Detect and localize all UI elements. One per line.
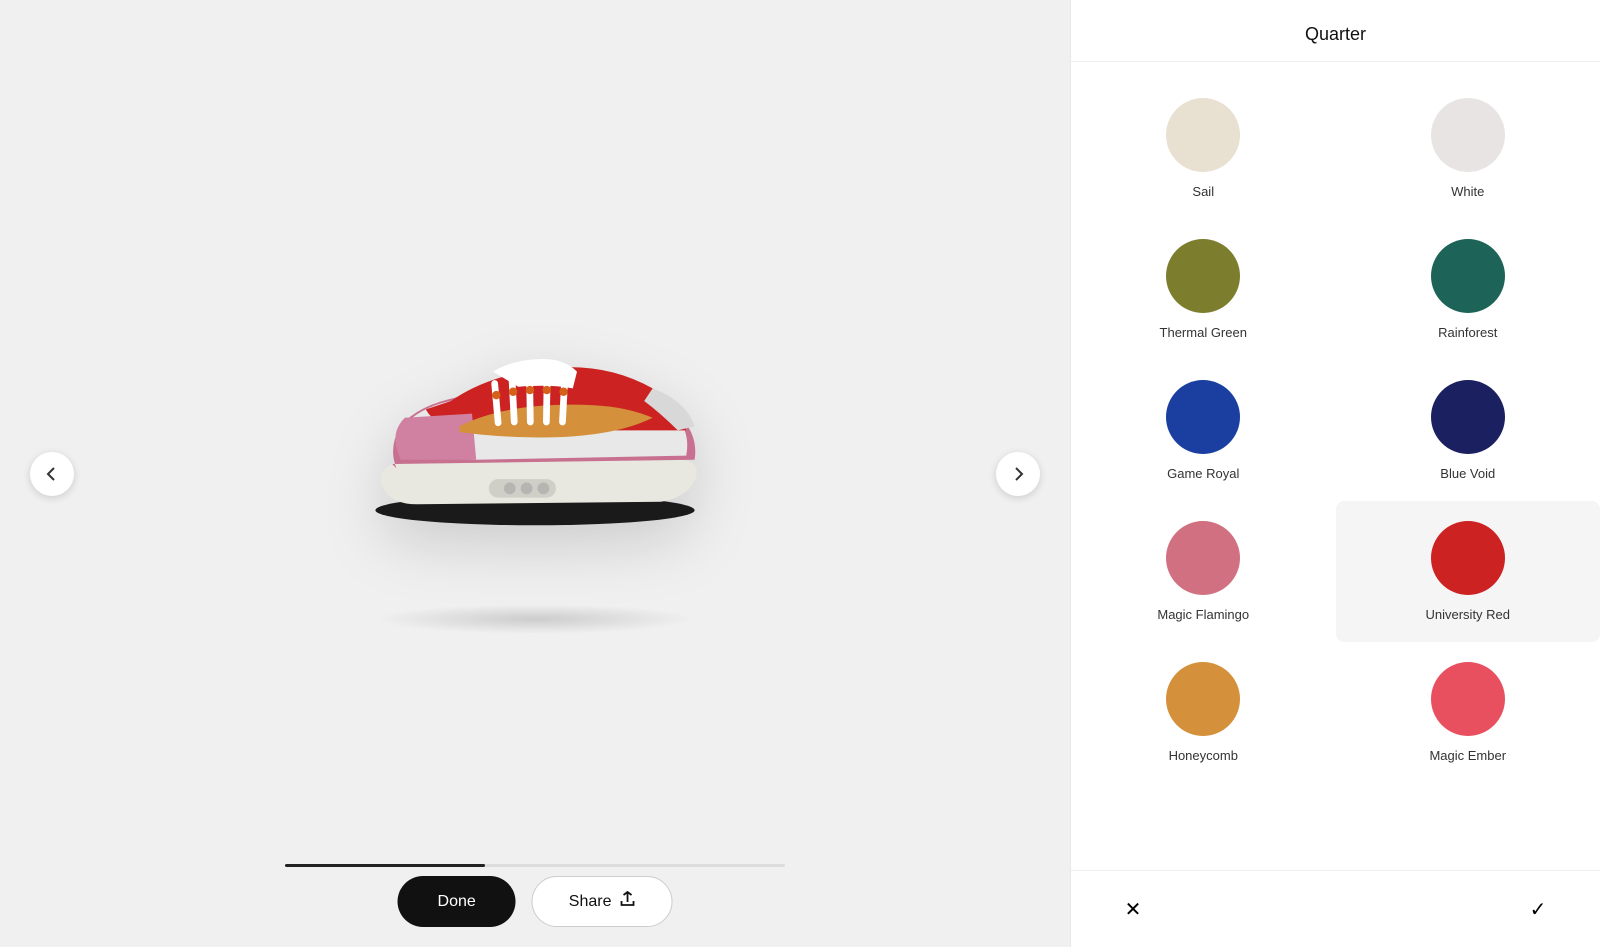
color-circle-magic-flamingo	[1166, 521, 1240, 595]
shoe-shadow	[375, 604, 695, 634]
progress-bar-fill	[285, 864, 485, 867]
color-item-honeycomb[interactable]: Honeycomb	[1071, 642, 1336, 783]
color-circle-honeycomb	[1166, 662, 1240, 736]
color-label-magic-flamingo: Magic Flamingo	[1157, 607, 1249, 622]
color-circle-rainforest	[1431, 239, 1505, 313]
color-row: Sail White	[1071, 78, 1600, 219]
color-label-university-red: University Red	[1425, 607, 1510, 622]
share-button[interactable]: Share	[532, 876, 673, 927]
color-row: Game Royal Blue Void	[1071, 360, 1600, 501]
color-label-sail: Sail	[1192, 184, 1214, 199]
color-label-magic-ember: Magic Ember	[1429, 748, 1506, 763]
color-circle-game-royal	[1166, 380, 1240, 454]
panel-title: Quarter	[1071, 24, 1600, 45]
color-item-white[interactable]: White	[1336, 78, 1600, 219]
done-button[interactable]: Done	[398, 876, 516, 927]
panel-footer: ✕ ✓	[1071, 870, 1600, 947]
color-item-magic-flamingo[interactable]: Magic Flamingo	[1071, 501, 1336, 642]
shoe-svg	[325, 296, 745, 531]
color-row: Thermal Green Rainforest	[1071, 219, 1600, 360]
cancel-icon: ✕	[1125, 897, 1142, 922]
color-grid: Sail White Thermal Green Rainforest Game Roy…	[1071, 62, 1600, 870]
color-item-university-red[interactable]: University Red	[1336, 501, 1600, 642]
color-item-game-royal[interactable]: Game Royal	[1071, 360, 1336, 501]
panel-header: Quarter	[1071, 0, 1600, 62]
color-item-rainforest[interactable]: Rainforest	[1336, 219, 1600, 360]
progress-bar-background	[285, 864, 785, 867]
color-item-blue-void[interactable]: Blue Void	[1336, 360, 1600, 501]
shoe-display	[0, 0, 1070, 827]
main-view: Done Share	[0, 0, 1070, 947]
color-label-game-royal: Game Royal	[1167, 466, 1239, 481]
share-icon	[619, 891, 635, 912]
color-circle-magic-ember	[1431, 662, 1505, 736]
prev-button[interactable]	[30, 452, 74, 496]
color-label-thermal-green: Thermal Green	[1160, 325, 1247, 340]
color-circle-blue-void	[1431, 380, 1505, 454]
color-circle-sail	[1166, 98, 1240, 172]
cancel-button[interactable]: ✕	[1111, 887, 1155, 931]
color-circle-white	[1431, 98, 1505, 172]
color-picker-panel: Quarter Sail White Thermal Green Rainforest…	[1070, 0, 1600, 947]
color-item-magic-ember[interactable]: Magic Ember	[1336, 642, 1600, 783]
color-item-sail[interactable]: Sail	[1071, 78, 1336, 219]
color-label-white: White	[1451, 184, 1484, 199]
confirm-button[interactable]: ✓	[1516, 887, 1560, 931]
color-label-honeycomb: Honeycomb	[1169, 748, 1238, 763]
color-circle-thermal-green	[1166, 239, 1240, 313]
color-label-rainforest: Rainforest	[1438, 325, 1497, 340]
color-row: Magic Flamingo University Red	[1071, 501, 1600, 642]
shoe-image	[235, 214, 835, 614]
color-item-thermal-green[interactable]: Thermal Green	[1071, 219, 1336, 360]
next-button[interactable]	[996, 452, 1040, 496]
bottom-buttons: Done Share	[398, 876, 673, 927]
color-label-blue-void: Blue Void	[1440, 466, 1495, 481]
color-row: Honeycomb Magic Ember	[1071, 642, 1600, 783]
color-circle-university-red	[1431, 521, 1505, 595]
confirm-icon: ✓	[1530, 897, 1547, 922]
progress-area	[285, 864, 785, 867]
